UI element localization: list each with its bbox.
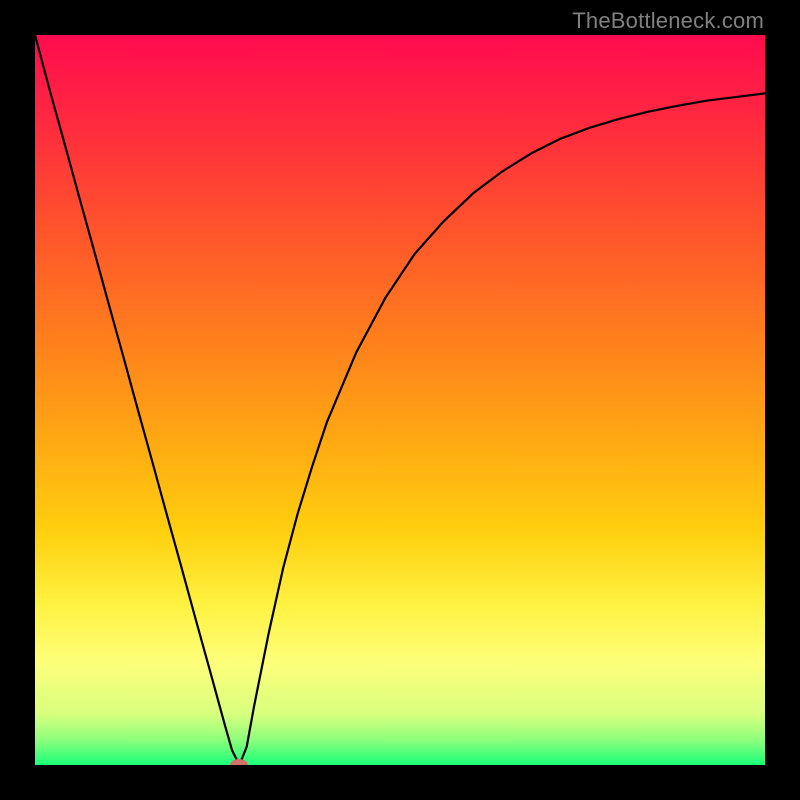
plot-area [35,35,765,765]
bottleneck-curve [35,35,765,765]
optimal-point-marker [230,759,248,765]
chart-frame: TheBottleneck.com [0,0,800,800]
watermark-text: TheBottleneck.com [572,8,764,34]
